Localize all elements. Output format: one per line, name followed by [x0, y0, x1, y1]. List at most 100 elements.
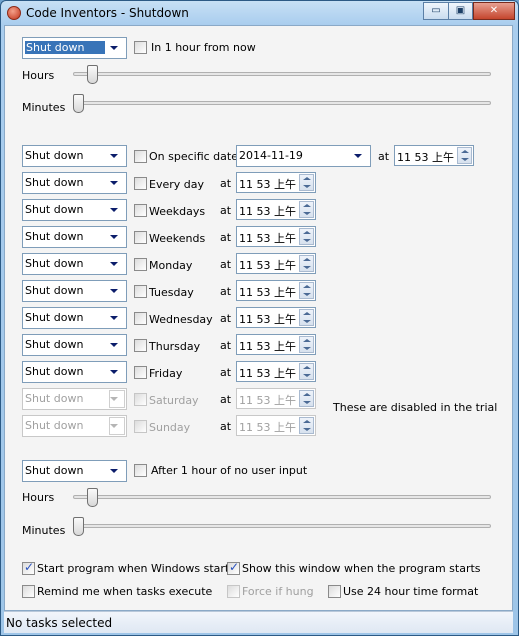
friday-label: Friday [149, 367, 183, 380]
remind-label: Remind me when tasks execute [37, 585, 213, 598]
spin-updown-icon[interactable] [299, 309, 314, 326]
specific-time-input[interactable]: 11 53 上午 [394, 145, 474, 166]
spin-updown-icon[interactable] [299, 255, 314, 272]
idle-label: After 1 hour of no user input [151, 464, 308, 477]
tuesday-checkbox[interactable] [134, 285, 147, 298]
friday-checkbox[interactable] [134, 366, 147, 379]
spin-updown-icon[interactable] [299, 282, 314, 299]
wednesday-checkbox[interactable] [134, 312, 147, 325]
show-window-checkbox[interactable] [227, 560, 240, 575]
weekdays-action-value: Shut down [25, 203, 84, 216]
sunday-action-value: Shut down [25, 419, 84, 432]
thursday-action-value: Shut down [25, 338, 84, 351]
in-1-hour-checkbox[interactable] [134, 41, 147, 54]
chevron-down-icon [110, 370, 118, 374]
sunday-action-dropdown[interactable]: Shut down [22, 415, 127, 437]
top-hours-label: Hours [22, 69, 55, 82]
top-hours-slider[interactable] [73, 72, 491, 76]
monday-checkbox[interactable] [134, 258, 147, 271]
wednesday-action-dropdown[interactable]: Shut down [22, 307, 127, 329]
top-minutes-slider-thumb[interactable] [73, 94, 84, 113]
thursday-time-input[interactable]: 11 53 上午 [236, 334, 316, 355]
monday-label: Monday [149, 259, 193, 272]
idle-hours-label: Hours [22, 491, 55, 504]
chevron-down-icon [354, 154, 362, 158]
time-value: 11 53 上午 [239, 286, 296, 299]
chevron-down-icon [110, 316, 118, 320]
weekends-action-dropdown[interactable]: Shut down [22, 226, 127, 248]
time-value: 11 53 上午 [239, 178, 296, 191]
friday-time-input[interactable]: 11 53 上午 [236, 361, 316, 382]
spin-updown-icon[interactable] [299, 201, 314, 218]
idle-minutes-slider-thumb[interactable] [73, 517, 84, 536]
weekdays-action-dropdown[interactable]: Shut down [22, 199, 127, 221]
at-label: at [220, 393, 232, 406]
tuesday-action-value: Shut down [25, 284, 84, 297]
thursday-action-dropdown[interactable]: Shut down [22, 334, 127, 356]
tuesday-action-dropdown[interactable]: Shut down [22, 280, 127, 302]
sunday-checkbox[interactable] [134, 420, 147, 433]
sunday-label: Sunday [149, 421, 191, 434]
every-day-action-value: Shut down [25, 176, 84, 189]
time-value: 11 53 上午 [239, 259, 296, 272]
wednesday-time-input[interactable]: 11 53 上午 [236, 307, 316, 328]
chevron-down-icon [110, 46, 118, 50]
idle-hours-slider-thumb[interactable] [87, 488, 98, 507]
weekdays-checkbox[interactable] [134, 204, 147, 217]
monday-action-dropdown[interactable]: Shut down [22, 253, 127, 275]
weekdays-time-input[interactable]: 11 53 上午 [236, 199, 316, 220]
idle-checkbox[interactable] [134, 464, 147, 477]
chevron-down-icon [110, 289, 118, 293]
top-minutes-label: Minutes [22, 101, 66, 114]
time-value: 11 53 上午 [239, 340, 296, 353]
spin-updown-icon[interactable] [457, 147, 472, 164]
spin-updown-icon[interactable] [299, 390, 314, 407]
chevron-down-icon [110, 469, 118, 473]
chevron-down-icon [110, 424, 118, 428]
spin-updown-icon[interactable] [299, 228, 314, 245]
tuesday-label: Tuesday [149, 286, 194, 299]
monday-time-input[interactable]: 11 53 上午 [236, 253, 316, 274]
force-if-hung-checkbox[interactable] [227, 585, 240, 598]
use-24h-checkbox[interactable] [328, 585, 341, 598]
status-bar: No tasks selected [4, 611, 513, 633]
top-action-dropdown[interactable]: Shut down [22, 37, 127, 59]
spin-updown-icon[interactable] [299, 336, 314, 353]
friday-action-dropdown[interactable]: Shut down [22, 361, 127, 383]
top-hours-slider-thumb[interactable] [87, 65, 98, 84]
time-value: 11 53 上午 [239, 421, 296, 434]
weekends-checkbox[interactable] [134, 231, 147, 244]
tuesday-time-input[interactable]: 11 53 上午 [236, 280, 316, 301]
top-minutes-slider[interactable] [73, 101, 491, 105]
every-day-checkbox[interactable] [134, 177, 147, 190]
at-label: at [220, 312, 232, 325]
saturday-action-dropdown[interactable]: Shut down [22, 388, 127, 410]
remind-checkbox[interactable] [22, 585, 35, 598]
chevron-down-icon [110, 397, 118, 401]
idle-hours-slider[interactable] [73, 495, 491, 499]
time-value: 11 53 上午 [239, 205, 296, 218]
thursday-checkbox[interactable] [134, 339, 147, 352]
specific-date-checkbox[interactable] [134, 150, 147, 163]
weekdays-label: Weekdays [149, 205, 206, 218]
spin-updown-icon[interactable] [299, 417, 314, 434]
date-picker[interactable]: 2014-11-19 [236, 145, 371, 167]
every-day-action-dropdown[interactable]: Shut down [22, 172, 127, 194]
weekends-time-input[interactable]: 11 53 上午 [236, 226, 316, 247]
time-value: 11 53 上午 [239, 367, 296, 380]
spin-updown-icon[interactable] [299, 363, 314, 380]
saturday-time-input[interactable]: 11 53 上午 [236, 388, 316, 409]
sunday-time-input[interactable]: 11 53 上午 [236, 415, 316, 436]
idle-minutes-slider[interactable] [73, 524, 491, 528]
force-if-hung-label: Force if hung [242, 585, 314, 598]
specific-date-action-dropdown[interactable]: Shut down [22, 145, 127, 167]
time-value: 11 53 上午 [239, 313, 296, 326]
specific-date-action-value: Shut down [25, 149, 84, 162]
every-day-time-input[interactable]: 11 53 上午 [236, 172, 316, 193]
at-label: at [220, 204, 232, 217]
weekends-label: Weekends [149, 232, 206, 245]
spin-updown-icon[interactable] [299, 174, 314, 191]
start-with-windows-checkbox[interactable] [22, 560, 35, 575]
saturday-checkbox[interactable] [134, 393, 147, 406]
idle-action-dropdown[interactable]: Shut down [22, 460, 127, 482]
